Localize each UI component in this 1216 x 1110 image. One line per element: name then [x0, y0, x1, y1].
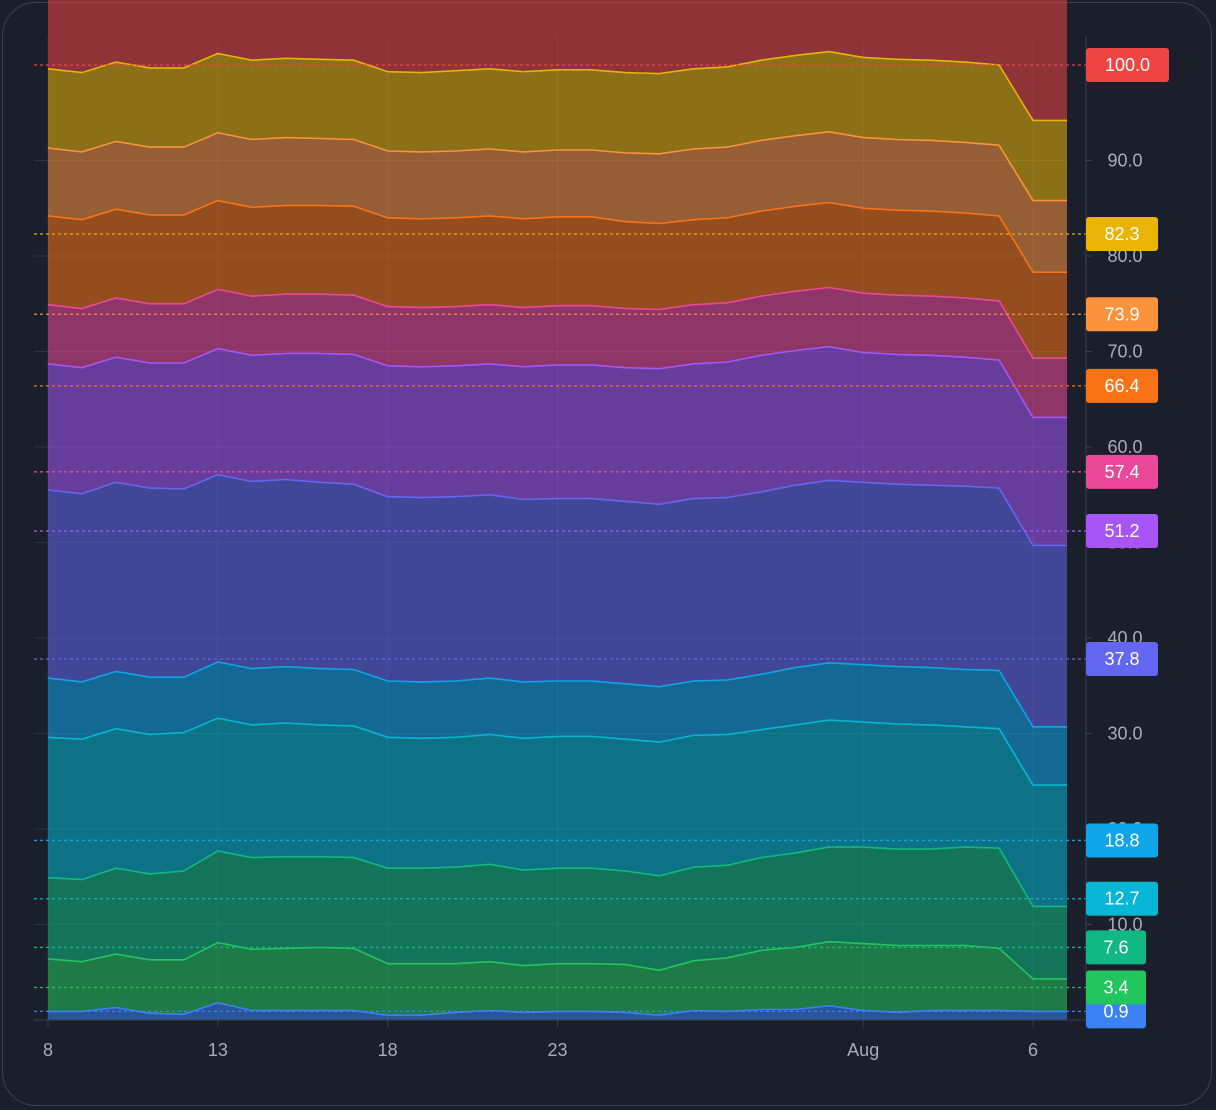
- last-value-text: 18.8: [1104, 830, 1139, 850]
- last-value-text: 12.7: [1104, 889, 1139, 909]
- price-labels: 0.93.47.612.718.837.851.257.466.473.982.…: [1086, 48, 1169, 1029]
- last-value-text: 37.8: [1104, 649, 1139, 669]
- y-tick-label: 60.0: [1107, 437, 1142, 457]
- last-value-text: 57.4: [1104, 462, 1139, 482]
- last-value-text: 51.2: [1104, 521, 1139, 541]
- y-tick-label: 70.0: [1107, 342, 1142, 362]
- last-value-text: 73.9: [1104, 304, 1139, 324]
- x-tick-label: 18: [378, 1040, 398, 1060]
- x-tick-label: 6: [1028, 1040, 1038, 1060]
- last-value-text: 66.4: [1104, 376, 1139, 396]
- x-tick-label: 8: [43, 1040, 53, 1060]
- y-tick-label: 30.0: [1107, 724, 1142, 744]
- x-tick-label: 23: [547, 1040, 567, 1060]
- y-tick-label: 90.0: [1107, 151, 1142, 171]
- last-value-text: 100.0: [1105, 55, 1150, 75]
- last-value-text: 82.3: [1104, 224, 1139, 244]
- stacked-area-chart: 8131823Aug610.020.030.040.050.060.070.08…: [34, 0, 1169, 1060]
- last-value-text: 7.6: [1103, 937, 1128, 957]
- x-tick-label: Aug: [847, 1040, 879, 1060]
- series-areas: [48, 0, 1067, 1020]
- last-value-text: 3.4: [1103, 978, 1128, 998]
- x-tick-label: 13: [208, 1040, 228, 1060]
